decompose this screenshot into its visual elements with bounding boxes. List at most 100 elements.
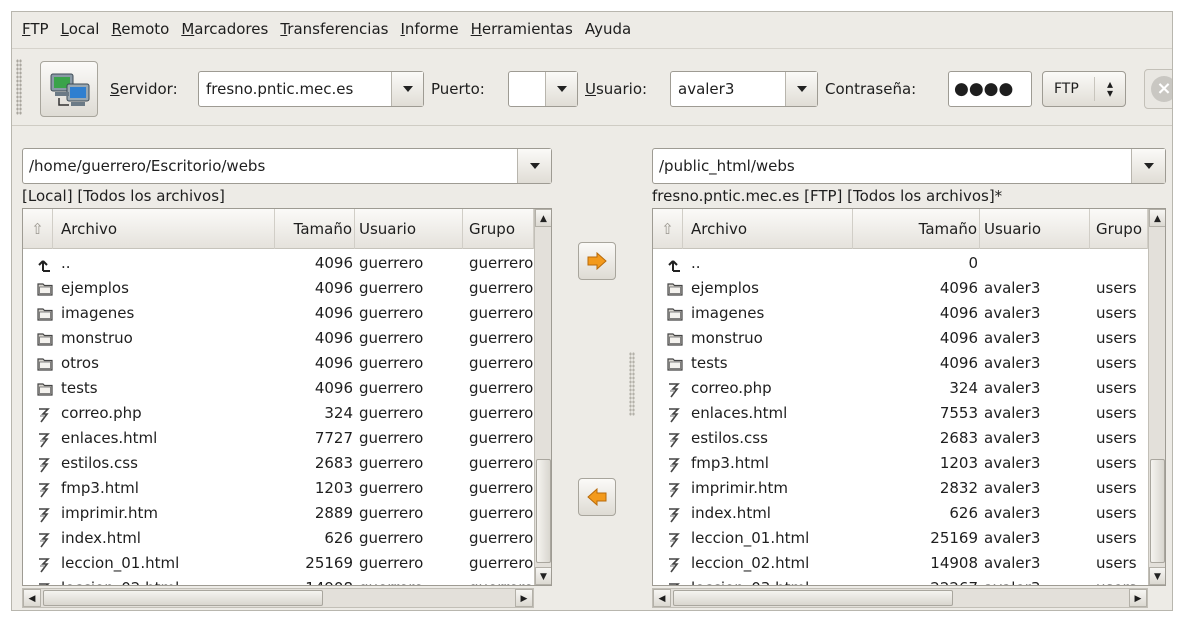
table-row[interactable]: fmp3.html 1203 avaler3 users — [653, 453, 1148, 478]
remote-vertical-scrollbar[interactable]: ▲ ▼ — [1148, 209, 1165, 585]
local-col-usuario[interactable]: Usuario — [355, 209, 463, 249]
file-size: 626 — [949, 504, 978, 522]
file-user: avaler3 — [984, 479, 1041, 497]
user-combo[interactable]: avaler3 — [670, 71, 818, 107]
table-row[interactable]: fmp3.html 1203 guerrero guerrero — [23, 478, 534, 503]
local-file-list[interactable]: ⇧ Archivo Tamaño Usuario Grupo .. 4096 gue… — [22, 208, 552, 586]
menu-herramientas[interactable]: Herramientas — [471, 20, 573, 38]
local-col-grupo[interactable]: Grupo — [463, 209, 534, 249]
menu-marcadores[interactable]: Marcadores — [181, 20, 268, 38]
toolbar-grip[interactable] — [16, 59, 22, 115]
file-group: guerrero — [469, 304, 533, 322]
table-row[interactable]: .. 4096 guerrero guerrero — [23, 253, 534, 278]
remote-file-list[interactable]: ⇧ Archivo Tamaño Usuario Grupo .. 0 ejempl… — [652, 208, 1166, 586]
scroll-down-icon[interactable]: ▼ — [535, 567, 551, 585]
table-row[interactable]: tests 4096 guerrero guerrero — [23, 378, 534, 403]
protocol-select[interactable]: FTP ▴ ▾ — [1042, 71, 1126, 107]
table-row[interactable]: correo.php 324 guerrero guerrero — [23, 403, 534, 428]
remote-path-input[interactable]: /public_html/webs — [653, 157, 1131, 175]
local-vertical-scrollbar[interactable]: ▲ ▼ — [534, 209, 551, 585]
file-user: guerrero — [359, 454, 424, 472]
local-path-combo[interactable]: /home/guerrero/Escritorio/webs — [22, 148, 552, 184]
local-horizontal-scrollbar[interactable]: ◀ ▶ — [22, 588, 534, 608]
table-row[interactable]: leccion_02.html 14908 avaler3 users — [653, 553, 1148, 578]
remote-col-grupo[interactable]: Grupo — [1090, 209, 1148, 249]
table-row[interactable]: imprimir.htm 2889 guerrero guerrero — [23, 503, 534, 528]
scroll-right-icon[interactable]: ▶ — [515, 589, 533, 607]
remote-path-dropdown-button[interactable] — [1131, 149, 1165, 183]
table-row[interactable]: tests 4096 avaler3 users — [653, 353, 1148, 378]
scroll-right-icon[interactable]: ▶ — [1129, 589, 1147, 607]
scroll-left-icon[interactable]: ◀ — [653, 589, 671, 607]
file-size: 2832 — [939, 479, 978, 497]
file-name: imprimir.htm — [61, 504, 158, 522]
download-button[interactable] — [578, 478, 616, 516]
remote-hscroll-thumb[interactable] — [673, 590, 953, 606]
table-row[interactable]: ejemplos 4096 avaler3 users — [653, 278, 1148, 303]
remote-col-archivo[interactable]: Archivo — [683, 209, 853, 249]
server-dropdown-button[interactable] — [391, 72, 423, 106]
user-dropdown-button[interactable] — [785, 72, 817, 106]
stop-button[interactable]: × — [1144, 69, 1172, 109]
scroll-down-icon[interactable]: ▼ — [1149, 567, 1165, 585]
table-row[interactable]: estilos.css 2683 guerrero guerrero — [23, 453, 534, 478]
scroll-up-icon[interactable]: ▲ — [535, 209, 551, 227]
table-row[interactable]: enlaces.html 7727 guerrero guerrero — [23, 428, 534, 453]
local-hscroll-thumb[interactable] — [43, 590, 323, 606]
table-row[interactable]: otros 4096 guerrero guerrero — [23, 353, 534, 378]
port-dropdown-button[interactable] — [545, 72, 577, 106]
table-row[interactable]: enlaces.html 7553 avaler3 users — [653, 403, 1148, 428]
remote-path-combo[interactable]: /public_html/webs — [652, 148, 1166, 184]
menu-transferencias[interactable]: Transferencias — [280, 20, 388, 38]
local-path-dropdown-button[interactable] — [517, 149, 551, 183]
pane-divider-grip[interactable] — [629, 352, 635, 416]
table-row[interactable]: imagenes 4096 avaler3 users — [653, 303, 1148, 328]
local-col-tamano[interactable]: Tamaño — [275, 209, 355, 249]
sort-icon[interactable]: ⇧ — [653, 209, 683, 249]
local-path-input[interactable]: /home/guerrero/Escritorio/webs — [23, 157, 517, 175]
file-size: 4096 — [314, 304, 353, 322]
table-row[interactable]: monstruo 4096 avaler3 users — [653, 328, 1148, 353]
table-row[interactable]: leccion_02.html14908 guerrero guerrero — [23, 578, 534, 585]
scroll-left-icon[interactable]: ◀ — [23, 589, 41, 607]
menu-local[interactable]: Local — [61, 20, 100, 38]
file-size: 4096 — [314, 254, 353, 272]
password-input[interactable]: ●●●● — [948, 71, 1032, 107]
table-row[interactable]: estilos.css 2683 avaler3 users — [653, 428, 1148, 453]
menu-ftp[interactable]: FTP — [22, 20, 49, 38]
table-row[interactable]: imprimir.htm 2832 avaler3 users — [653, 478, 1148, 503]
table-row[interactable]: correo.php 324 avaler3 users — [653, 378, 1148, 403]
remote-col-tamano[interactable]: Tamaño — [853, 209, 980, 249]
table-row[interactable]: leccion_01.html 25169 avaler3 users — [653, 528, 1148, 553]
menu-bar: FTP Local Remoto Marcadores Transferenci… — [12, 12, 1172, 46]
local-col-archivo[interactable]: Archivo — [53, 209, 275, 249]
menu-ayuda[interactable]: Ayuda — [585, 20, 631, 38]
port-combo[interactable] — [508, 71, 578, 107]
remote-horizontal-scrollbar[interactable]: ◀ ▶ — [652, 588, 1148, 608]
table-row[interactable]: ejemplos 4096 guerrero guerrero — [23, 278, 534, 303]
connect-button[interactable] — [40, 61, 98, 117]
remote-vscroll-thumb[interactable] — [1150, 459, 1165, 563]
table-row[interactable]: index.html 626 guerrero guerrero — [23, 528, 534, 553]
user-input[interactable]: avaler3 — [671, 80, 785, 98]
table-row[interactable]: index.html 626 avaler3 users — [653, 503, 1148, 528]
table-row[interactable]: imagenes 4096 guerrero guerrero — [23, 303, 534, 328]
file-name: index.html — [691, 504, 771, 522]
table-row[interactable]: monstruo 4096 guerrero guerrero — [23, 328, 534, 353]
table-row[interactable]: leccion_03.html22267 avaler3 users — [653, 578, 1148, 585]
sort-icon[interactable]: ⇧ — [23, 209, 53, 249]
menu-informe[interactable]: Informe — [400, 20, 458, 38]
file-size: 14908 — [930, 554, 978, 572]
server-combo[interactable]: fresno.pntic.mec.es — [198, 71, 424, 107]
scroll-up-icon[interactable]: ▲ — [1149, 209, 1165, 227]
remote-col-usuario[interactable]: Usuario — [980, 209, 1090, 249]
local-vscroll-thumb[interactable] — [536, 459, 551, 563]
menu-remoto[interactable]: Remoto — [111, 20, 169, 38]
upload-button[interactable] — [578, 242, 616, 280]
table-row[interactable]: .. 0 — [653, 253, 1148, 278]
connection-toolbar: Servidor: fresno.pntic.mec.es Puerto: Us… — [12, 48, 1172, 126]
server-input[interactable]: fresno.pntic.mec.es — [199, 80, 391, 98]
file-group: users — [1096, 529, 1137, 547]
file-icon — [37, 407, 55, 425]
table-row[interactable]: leccion_01.html 25169 guerrero guerrero — [23, 553, 534, 578]
